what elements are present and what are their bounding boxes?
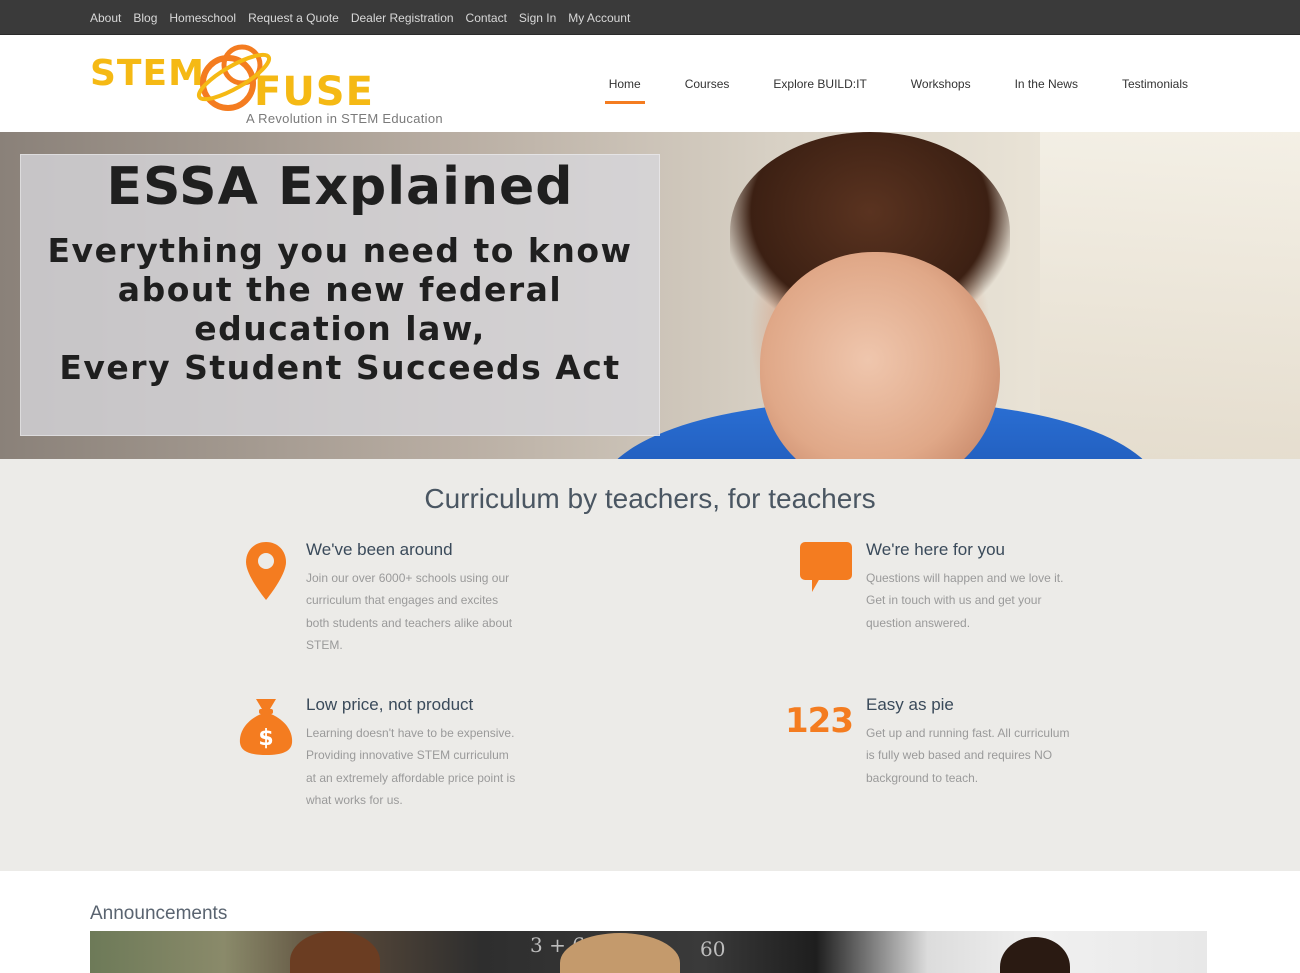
- announcement-photo-person: [290, 931, 380, 973]
- announcements-section: Announcements 3 + 6 60: [0, 871, 1300, 973]
- features-heading: Curriculum by teachers, for teachers: [424, 483, 876, 514]
- hero-title: ESSA Explained: [106, 157, 574, 217]
- chalkboard-text: 60: [700, 937, 726, 961]
- nav-home[interactable]: Home: [587, 35, 663, 132]
- feature-body: Learning doesn't have to be expensive. P…: [306, 726, 516, 808]
- money-bag-icon: $: [236, 695, 296, 759]
- feature-body: Get up and running fast. All curriculum …: [866, 726, 1070, 785]
- numbers-icon: 123: [785, 695, 856, 759]
- hero-subtitle-line: education law,: [194, 309, 486, 348]
- feature-title: We're here for you: [866, 540, 1005, 559]
- hero-subtitle-line: about the new federal: [117, 270, 563, 309]
- nav-explore-buildit[interactable]: Explore BUILD:IT: [751, 35, 888, 132]
- svg-text:$: $: [258, 726, 273, 751]
- map-pin-icon: [236, 540, 296, 604]
- announcement-image[interactable]: 3 + 6 60: [90, 931, 1207, 973]
- logo-word-stem: STEM: [90, 53, 205, 94]
- logo-word-fuse: FUSE: [254, 69, 374, 115]
- feature-title: We've been around: [306, 540, 453, 559]
- hero-subtitle-line: Every Student Succeeds Act: [59, 348, 621, 387]
- utility-link-blog[interactable]: Blog: [133, 11, 157, 25]
- hero-subtitle-line: Everything you need to know: [47, 231, 633, 270]
- numbers-icon-text: 123: [785, 701, 854, 741]
- feature-title: Low price, not product: [306, 695, 474, 714]
- logo-tagline: A Revolution in STEM Education: [246, 111, 443, 126]
- nav-courses[interactable]: Courses: [663, 35, 752, 132]
- site-header: STEM FUSE A Revolution in STEM Education…: [0, 35, 1300, 132]
- hero-banner[interactable]: ESSA Explained Everything you need to kn…: [0, 132, 1300, 459]
- utility-link-contact[interactable]: Contact: [466, 11, 507, 25]
- nav-testimonials[interactable]: Testimonials: [1100, 35, 1210, 132]
- utility-link-my-account[interactable]: My Account: [568, 11, 630, 25]
- speech-bubble-icon: [796, 540, 856, 604]
- utility-link-sign-in[interactable]: Sign In: [519, 11, 556, 25]
- nav-in-the-news[interactable]: In the News: [993, 35, 1100, 132]
- top-utility-bar: About Blog Homeschool Request a Quote De…: [0, 0, 1300, 35]
- features-section: Curriculum by teachers, for teachers We'…: [0, 459, 1300, 871]
- utility-link-dealer-registration[interactable]: Dealer Registration: [351, 11, 454, 25]
- feature-body: Join our over 6000+ schools using our cu…: [306, 571, 513, 653]
- main-nav: Home Courses Explore BUILD:IT Workshops …: [587, 35, 1210, 132]
- feature-body: Questions will happen and we love it. Ge…: [866, 571, 1064, 630]
- hero-photo-background: [1040, 132, 1300, 459]
- site-logo[interactable]: STEM FUSE A Revolution in STEM Education: [88, 41, 458, 129]
- utility-links: About Blog Homeschool Request a Quote De…: [0, 0, 1300, 35]
- nav-workshops[interactable]: Workshops: [889, 35, 993, 132]
- announcement-photo-person: [1000, 937, 1070, 973]
- announcements-heading: Announcements: [90, 903, 228, 924]
- utility-link-homeschool[interactable]: Homeschool: [169, 11, 236, 25]
- utility-link-about[interactable]: About: [90, 11, 121, 25]
- hero-text-panel: ESSA Explained Everything you need to kn…: [20, 154, 660, 436]
- utility-link-request-quote[interactable]: Request a Quote: [248, 11, 339, 25]
- hero-subtitle: Everything you need to know about the ne…: [21, 231, 659, 387]
- feature-title: Easy as pie: [866, 695, 954, 714]
